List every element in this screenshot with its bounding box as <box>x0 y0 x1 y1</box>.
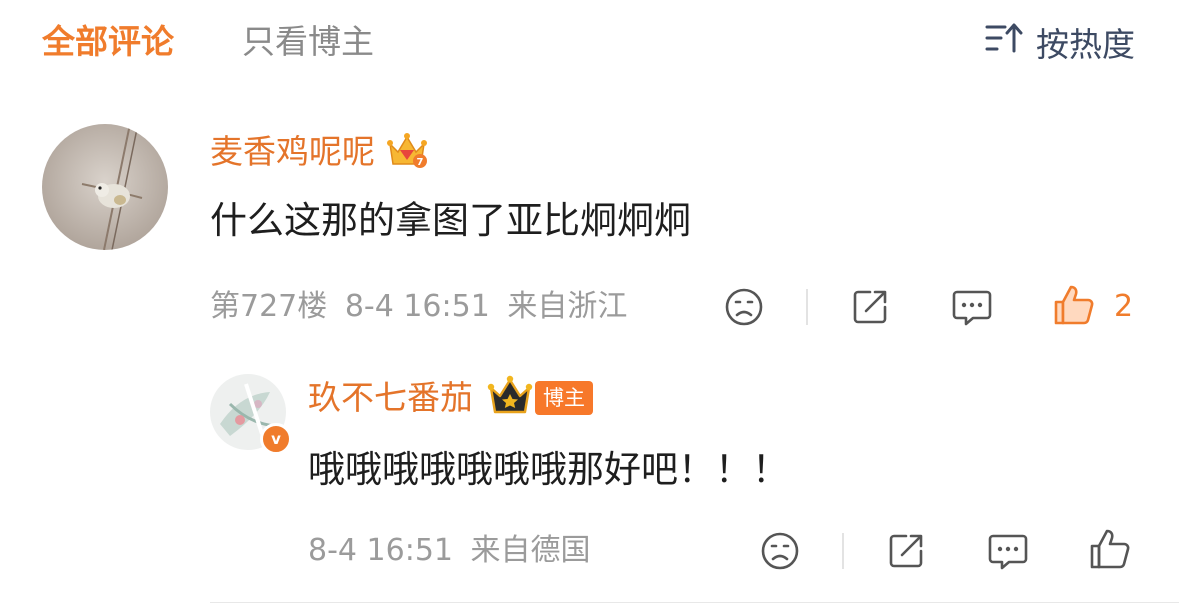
comment-floor: 第727楼 <box>210 289 328 324</box>
comment-time: 8-4 16:51 <box>344 289 490 324</box>
sort-icon <box>984 21 1036 63</box>
comment-location: 来自浙江 <box>507 289 628 324</box>
crown-badge-icon: 7 <box>385 128 429 176</box>
comment-icon[interactable] <box>986 529 1030 573</box>
divider <box>210 602 1179 603</box>
like-count: 2 <box>1114 289 1134 324</box>
comment-icon[interactable] <box>950 285 994 329</box>
tab-author-only[interactable]: 只看博主 <box>242 18 374 66</box>
divider <box>806 289 808 325</box>
crown-badge-icon <box>487 374 533 422</box>
dislike-face-icon[interactable] <box>722 285 766 329</box>
tab-all-comments[interactable]: 全部评论 <box>42 18 174 66</box>
verified-badge-icon: v <box>260 423 292 455</box>
comment-user-row: 麦香鸡呢呢 7 <box>210 128 429 176</box>
svg-text:7: 7 <box>417 157 424 168</box>
reply-text: 哦哦哦哦哦哦哦那好吧！！！ <box>308 448 789 491</box>
share-icon[interactable] <box>884 529 928 573</box>
comment-text: 什么这那的拿图了亚比炯炯炯 <box>210 199 691 242</box>
reply-location: 来自德国 <box>470 533 591 568</box>
comment-username[interactable]: 麦香鸡呢呢 <box>210 128 375 176</box>
reply-username[interactable]: 玖不七番茄 <box>308 374 473 422</box>
thumbs-up-icon <box>1052 283 1096 331</box>
comment-meta: 第727楼 8-4 16:51 来自浙江 <box>210 285 627 329</box>
reply-time: 8-4 16:51 <box>308 533 453 568</box>
sort-label: 按热度 <box>1036 25 1135 64</box>
reply-meta: 8-4 16:51 来自德国 <box>308 529 591 573</box>
reply-user-row: 玖不七番茄 博主 <box>308 374 593 422</box>
share-icon[interactable] <box>848 285 892 329</box>
divider <box>842 533 844 569</box>
thumbs-up-icon[interactable] <box>1088 527 1132 571</box>
like-button[interactable]: 2 <box>1052 283 1133 331</box>
dislike-face-icon[interactable] <box>758 529 802 573</box>
author-tag: 博主 <box>535 381 593 415</box>
avatar[interactable] <box>42 124 168 250</box>
sort-by-hot-button[interactable]: 按热度 <box>984 18 1135 66</box>
